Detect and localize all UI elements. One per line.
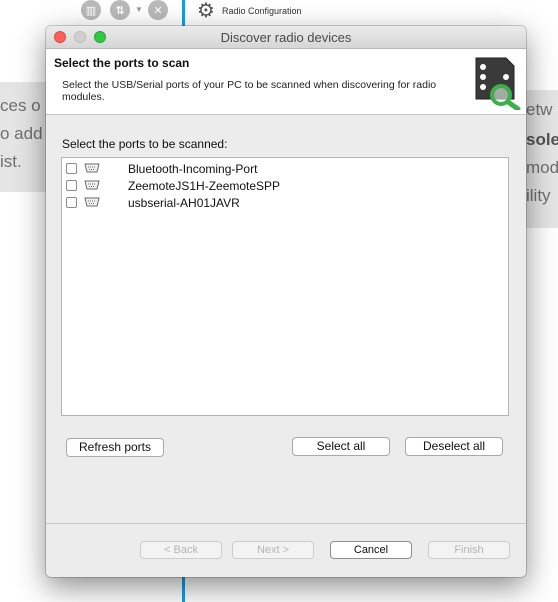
window-title: Discover radio devices [220, 30, 352, 45]
port-checkbox[interactable] [66, 197, 77, 208]
close-circle-icon[interactable]: ✕ [148, 0, 168, 20]
finish-button[interactable]: Finish [428, 541, 510, 559]
page-description: Select the USB/Serial ports of your PC t… [62, 79, 437, 103]
divider [182, 574, 185, 602]
background-text-panel-left: ces o o add ist. [0, 82, 46, 192]
background-toolbar: ▥ ⇅ ▼ ✕ ⚙ Radio Configuration [0, 0, 558, 26]
divider [46, 523, 526, 524]
dialog-header: Select the ports to scan Select the USB/… [46, 49, 526, 115]
ports-list[interactable]: Bluetooth-Incoming-Port ZeemoteJS1H-Zeem… [61, 157, 509, 416]
next-button[interactable]: Next > [232, 541, 314, 559]
background-text: ces o [0, 96, 41, 115]
sort-icon[interactable]: ⇅ [110, 0, 130, 20]
background-text: ility [526, 186, 551, 205]
window-titlebar[interactable]: Discover radio devices [46, 26, 526, 49]
background-text: mod [526, 158, 558, 177]
background-app-title: Radio Configuration [222, 6, 302, 16]
radio-module-search-icon [475, 57, 521, 110]
gear-icon[interactable]: ⚙ [196, 1, 216, 21]
divider [182, 0, 185, 26]
serial-port-icon [84, 197, 100, 207]
serial-port-icon [84, 180, 100, 190]
port-checkbox[interactable] [66, 163, 77, 174]
port-label: Bluetooth-Incoming-Port [128, 162, 258, 176]
refresh-ports-button[interactable]: Refresh ports [66, 438, 164, 457]
port-label: ZeemoteJS1H-ZeemoteSPP [128, 179, 281, 193]
list-item[interactable]: ZeemoteJS1H-ZeemoteSPP [65, 178, 505, 194]
list-item[interactable]: usbserial-AH01JAVR [65, 195, 505, 211]
background-text: etw [526, 100, 553, 119]
serial-port-icon [84, 163, 100, 173]
background-text: ist. [0, 152, 22, 171]
page-title: Select the ports to scan [54, 56, 190, 70]
background-text-panel-right: etw sole mod ility [526, 90, 558, 228]
list-item[interactable]: Bluetooth-Incoming-Port [65, 161, 505, 177]
deselect-all-button[interactable]: Deselect all [405, 437, 503, 456]
background-text: o add [0, 124, 43, 143]
ports-label: Select the ports to be scanned: [62, 137, 228, 151]
select-all-button[interactable]: Select all [292, 437, 390, 456]
chevron-down-icon[interactable]: ▼ [135, 5, 143, 14]
discover-radio-devices-dialog: Discover radio devices Select the ports … [46, 26, 526, 577]
port-checkbox[interactable] [66, 180, 77, 191]
book-icon[interactable]: ▥ [81, 0, 101, 20]
cancel-button[interactable]: Cancel [330, 541, 412, 559]
port-label: usbserial-AH01JAVR [128, 196, 240, 210]
background-text: sole [526, 130, 558, 149]
back-button[interactable]: < Back [140, 541, 222, 559]
